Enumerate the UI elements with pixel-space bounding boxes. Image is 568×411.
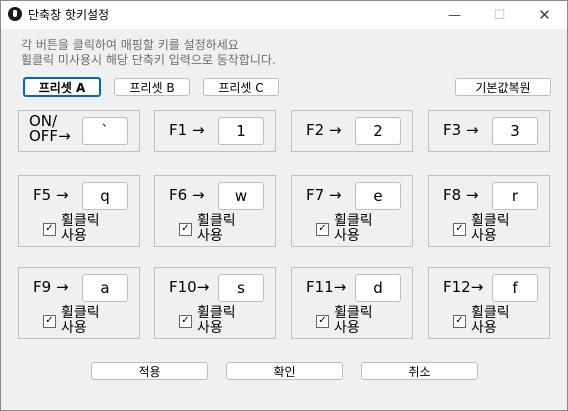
key-button[interactable]: s [218,274,264,302]
key-button[interactable]: d [355,274,401,302]
minimize-button[interactable]: — [432,1,477,29]
key-button[interactable]: ` [82,117,128,145]
wheel-click-checkbox[interactable]: ✓ [43,223,56,236]
wheel-click-checkbox[interactable]: ✓ [316,315,329,328]
key-button[interactable]: r [492,182,538,210]
hotkey-group-f2: F2 → 2 [291,110,413,152]
title-bar[interactable]: 단축창 핫키설정 — ☐ ✕ [1,1,567,29]
window-title: 단축창 핫키설정 [28,8,110,22]
wheel-click-checkbox[interactable]: ✓ [179,223,192,236]
key-button[interactable]: 3 [492,117,538,145]
key-button[interactable]: w [218,182,264,210]
apply-button[interactable]: 적용 [91,362,208,380]
key-button[interactable]: q [82,182,128,210]
hotkey-label: F2 → [306,121,342,139]
preset-a-button[interactable]: 프리셋 A [23,77,101,97]
wheel-click-label: 휠클릭 사용 [197,305,236,336]
key-button[interactable]: f [492,274,538,302]
hotkey-group-f1: F1 → 1 [154,110,276,152]
hotkey-label: F11→ [306,278,347,296]
description-line-2: 휠클릭 미사용시 해당 단축키 입력으로 동작합니다. [21,53,276,67]
hotkey-group-f6: F6 → w ✓ 휠클릭 사용 [154,175,276,247]
wheel-click-label: 휠클릭 사용 [197,213,236,244]
wheel-click-label: 휠클릭 사용 [334,213,373,244]
key-button[interactable]: 2 [355,117,401,145]
wheel-click-checkbox[interactable]: ✓ [453,223,466,236]
key-button[interactable]: a [82,274,128,302]
hotkey-group-onoff: ON/ OFF→ ` [18,110,140,152]
hotkey-settings-window: 단축창 핫키설정 — ☐ ✕ 각 버튼을 클릭하여 매핑할 키를 설정하세요 휠… [0,0,568,411]
hotkey-label: F12→ [443,278,484,296]
cancel-button[interactable]: 취소 [361,362,478,380]
maximize-button[interactable]: ☐ [477,1,522,29]
app-logo-icon [8,7,22,21]
hotkey-group-f10: F10→ s ✓ 휠클릭 사용 [154,267,276,339]
key-button[interactable]: 1 [218,117,264,145]
hotkey-label: F3 → [443,121,479,139]
wheel-click-checkbox[interactable]: ✓ [43,315,56,328]
close-button[interactable]: ✕ [522,1,567,29]
wheel-click-label: 휠클릭 사용 [334,305,373,336]
hotkey-label: F10→ [169,278,210,296]
hotkey-group-f5: F5 → q ✓ 휠클릭 사용 [18,175,140,247]
hotkey-label: F7 → [306,186,342,204]
hotkey-group-f11: F11→ d ✓ 휠클릭 사용 [291,267,413,339]
hotkey-label: F5 → [33,186,69,204]
ok-button[interactable]: 확인 [226,362,343,380]
wheel-click-checkbox[interactable]: ✓ [316,223,329,236]
wheel-click-checkbox[interactable]: ✓ [179,315,192,328]
hotkey-label: F1 → [169,121,205,139]
hotkey-group-f9: F9 → a ✓ 휠클릭 사용 [18,267,140,339]
hotkey-group-f3: F3 → 3 [428,110,550,152]
wheel-click-checkbox[interactable]: ✓ [453,315,466,328]
preset-c-button[interactable]: 프리셋 C [203,78,279,96]
wheel-click-label: 휠클릭 사용 [471,305,510,336]
hotkey-label: ON/ OFF→ [29,112,71,145]
hotkey-label: F8 → [443,186,479,204]
hotkey-group-f8: F8 → r ✓ 휠클릭 사용 [428,175,550,247]
restore-defaults-button[interactable]: 기본값복원 [455,78,551,96]
preset-b-button[interactable]: 프리셋 B [114,78,190,96]
hotkey-label: F9 → [33,278,69,296]
wheel-click-label: 휠클릭 사용 [471,213,510,244]
wheel-click-label: 휠클릭 사용 [61,213,100,244]
key-button[interactable]: e [355,182,401,210]
hotkey-group-f7: F7 → e ✓ 휠클릭 사용 [291,175,413,247]
wheel-click-label: 휠클릭 사용 [61,305,100,336]
hotkey-label: F6 → [169,186,205,204]
hotkey-group-f12: F12→ f ✓ 휠클릭 사용 [428,267,550,339]
